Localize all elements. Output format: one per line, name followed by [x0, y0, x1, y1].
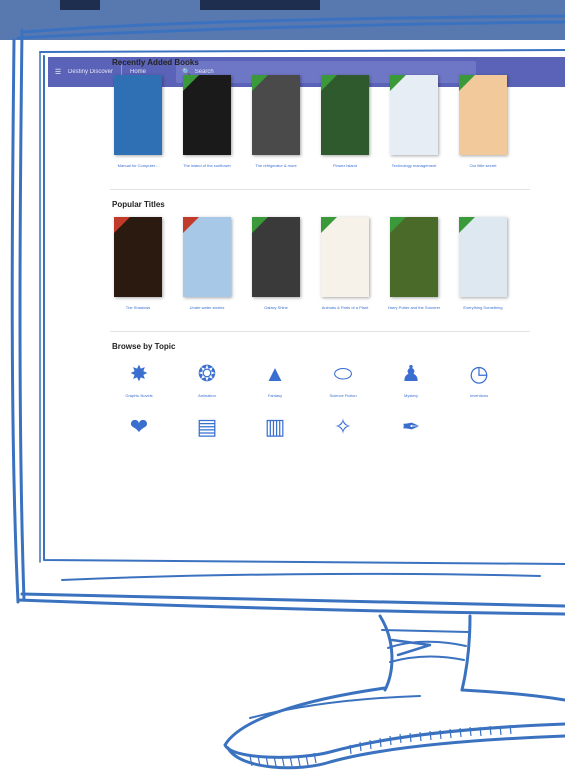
section-title: Popular Titles: [112, 200, 165, 209]
book-card[interactable]: The Shadows: [110, 217, 166, 315]
book-cover[interactable]: [390, 217, 438, 297]
topics-section: Browse by Topic ✸ Graphic Novels ❂ Animatio…: [110, 342, 530, 446]
book-card[interactable]: The island of the sunflower: [179, 75, 235, 173]
new-badge: [321, 217, 337, 233]
popular-badge: [183, 217, 199, 233]
section-title: Browse by Topic: [112, 342, 176, 351]
section-title: Recently Added Books: [112, 58, 199, 67]
clock-icon: ◷: [469, 361, 489, 386]
section-divider: [110, 331, 530, 332]
book-card[interactable]: Animals & Parts of a Plant: [317, 217, 373, 315]
new-badge: [183, 75, 199, 91]
topic-tile[interactable]: ✒: [382, 412, 440, 446]
book-title-link[interactable]: Harry Potter and the Sorcerer: [386, 305, 442, 315]
book-title-link[interactable]: Manual for Computer...: [110, 163, 166, 173]
book-card[interactable]: Technology management: [386, 75, 442, 173]
book-cover[interactable]: [183, 217, 231, 297]
topic-tile[interactable]: ✸ Graphic Novels: [110, 359, 168, 398]
book-cover[interactable]: [252, 217, 300, 297]
book-cover[interactable]: [183, 75, 231, 155]
fairy-icon: ✧: [333, 414, 353, 439]
book-cover[interactable]: [321, 75, 369, 155]
topic-tile[interactable]: ▥: [246, 412, 304, 446]
topic-label: Fantasy: [267, 393, 283, 398]
book-cover[interactable]: [114, 75, 162, 155]
recently-added-section: Recently Added Books Manual for Computer…: [110, 58, 530, 173]
puzzle-icon: ❂: [197, 361, 217, 386]
topic-tile[interactable]: ✧: [314, 412, 372, 446]
topic-grid: ✸ Graphic Novels ❂ Animation ▲ Fantasy ⬭ Scienc…: [110, 359, 530, 446]
book-row: The Shadows Under water stories Galaxy Shi…: [110, 217, 530, 315]
book-cover[interactable]: [321, 217, 369, 297]
new-badge: [252, 217, 268, 233]
topic-label: Science Fiction: [329, 393, 357, 398]
book-title-link[interactable]: Everything Something: [455, 305, 511, 315]
topic-tile[interactable]: ❂ Animation: [178, 359, 236, 398]
hand-heart-icon: ❤: [129, 414, 149, 439]
book-title-link[interactable]: The Shadows: [110, 305, 166, 315]
book-cover[interactable]: [114, 217, 162, 297]
book-card[interactable]: Manual for Computer...: [110, 75, 166, 173]
new-badge: [390, 75, 406, 91]
book-card[interactable]: Our little secret: [455, 75, 511, 173]
new-badge: [252, 75, 268, 91]
book-cover[interactable]: [459, 217, 507, 297]
popular-section: Popular Titles The Shadows Under water st…: [110, 200, 530, 315]
book-title-link[interactable]: The refrigerator & more: [248, 163, 304, 173]
topic-label: Inventions: [469, 393, 489, 398]
new-badge: [390, 217, 406, 233]
topic-tile[interactable]: ◷ Inventions: [450, 359, 508, 398]
book-cover[interactable]: [390, 75, 438, 155]
book-title-link[interactable]: Galaxy Shine: [248, 305, 304, 315]
topic-tile[interactable]: ♟ Mystery: [382, 359, 440, 398]
topic-tile[interactable]: ❤: [110, 412, 168, 446]
popular-badge: [114, 217, 130, 233]
book-card[interactable]: The refrigerator & more: [248, 75, 304, 173]
bus-icon: ▤: [196, 414, 218, 439]
book-card[interactable]: Harry Potter and the Sorcerer: [386, 217, 442, 315]
topic-label: Graphic Novels: [125, 393, 153, 398]
book-card[interactable]: Flower Island: [317, 75, 373, 173]
book-title-link[interactable]: Flower Island: [317, 163, 373, 173]
menu-icon[interactable]: ☰: [48, 68, 68, 76]
building-icon: ▥: [264, 414, 286, 439]
topic-tile[interactable]: ▲ Fantasy: [246, 359, 304, 398]
book-card[interactable]: Under water stories: [179, 217, 235, 315]
ufo-icon: ⬭: [333, 361, 353, 386]
topic-label: Mystery: [404, 393, 418, 398]
main-content: Recently Added Books Manual for Computer…: [110, 58, 530, 462]
book-title-link[interactable]: Our little secret: [455, 163, 511, 173]
book-card[interactable]: Everything Something: [455, 217, 511, 315]
new-badge: [459, 217, 475, 233]
detective-icon: ♟: [401, 361, 421, 386]
book-row: Manual for Computer... The island of the …: [110, 75, 530, 173]
wizard-hat-icon: ▲: [264, 361, 286, 386]
explosion-icon: ✸: [129, 361, 149, 386]
section-divider: [110, 189, 530, 190]
book-title-link[interactable]: Under water stories: [179, 305, 235, 315]
book-title-link[interactable]: Technology management: [386, 163, 442, 173]
book-card[interactable]: Galaxy Shine: [248, 217, 304, 315]
feather-quill-icon: ✒: [401, 414, 421, 439]
book-cover[interactable]: [459, 75, 507, 155]
topic-tile[interactable]: ⬭ Science Fiction: [314, 359, 372, 398]
topic-label: Animation: [198, 393, 216, 398]
book-title-link[interactable]: The island of the sunflower: [179, 163, 235, 173]
topic-tile[interactable]: ▤: [178, 412, 236, 446]
book-cover[interactable]: [252, 75, 300, 155]
book-title-link[interactable]: Animals & Parts of a Plant: [317, 305, 373, 315]
new-badge: [321, 75, 337, 91]
new-badge: [459, 75, 475, 91]
